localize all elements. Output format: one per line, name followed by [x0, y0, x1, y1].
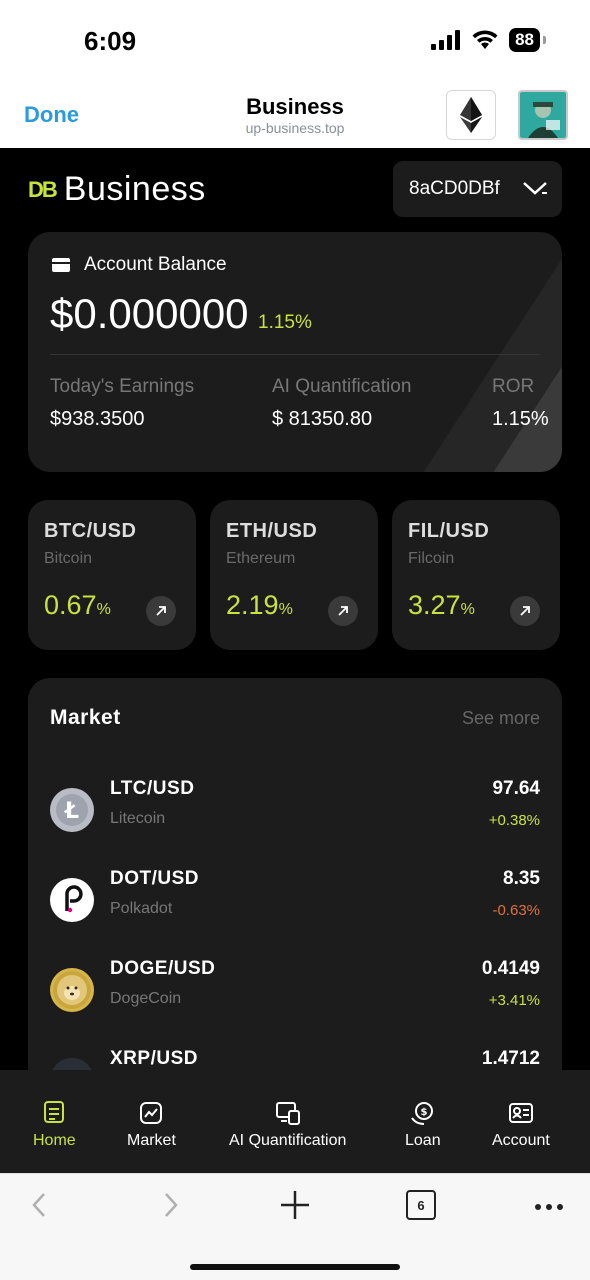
balance-change: 1.15% [258, 312, 312, 333]
arrow-up-right-icon[interactable] [328, 596, 358, 626]
market-icon [140, 1102, 163, 1124]
tab-ai-quantification[interactable]: AI Quantification [229, 1100, 346, 1150]
site-url: up-business.top [245, 120, 345, 136]
page-content: DB Business 8aCD0DBf Account Balance $0.… [0, 148, 590, 1070]
tile-change: 0.67% [44, 590, 111, 620]
xrp-icon [50, 1058, 94, 1070]
wallet-select[interactable]: 8aCD0DBf [393, 161, 562, 217]
account-icon [508, 1103, 533, 1123]
wallet-avatar[interactable] [518, 90, 568, 140]
status-icons: 88 [431, 28, 546, 52]
tab-account[interactable]: Account [492, 1100, 550, 1150]
plus-icon [281, 1191, 309, 1219]
balance-amount: $0.000000 [50, 290, 249, 337]
tile-fil[interactable]: FIL/USD Filcoin 3.27% [392, 500, 560, 650]
market-card: Market See more Ł LTC/USD Litecoin 97.64… [28, 678, 562, 1070]
tab-count: 6 [406, 1190, 436, 1220]
polkadot-icon [50, 878, 94, 922]
divider [50, 354, 540, 355]
dogecoin-icon [50, 968, 94, 1012]
tile-change: 2.19% [226, 590, 293, 620]
see-more-link[interactable]: See more [462, 708, 540, 729]
home-indicator [190, 1264, 400, 1270]
svg-text:Ł: Ł [64, 799, 79, 824]
tabs-button[interactable]: 6 [406, 1190, 436, 1220]
back-button[interactable] [30, 1190, 50, 1225]
arrow-up-right-icon[interactable] [146, 596, 176, 626]
more-button[interactable] [534, 1198, 564, 1216]
forward-button[interactable] [160, 1190, 180, 1225]
avatar-image [520, 92, 566, 138]
chevron-right-icon [165, 1193, 178, 1217]
site-title: Business [246, 94, 344, 119]
status-time: 6:09 [84, 26, 137, 56]
stat-ai-quantification: AI Quantification $ 81350.80 [272, 376, 412, 430]
ai-quant-icon [275, 1102, 300, 1125]
ethereum-icon [460, 97, 482, 133]
tile-change: 3.27% [408, 590, 475, 620]
chevron-down-icon [523, 182, 547, 195]
card-icon [52, 258, 70, 272]
safari-toolbar: 6 [0, 1173, 590, 1280]
loan-icon: $ [410, 1102, 433, 1125]
litecoin-icon: Ł [50, 788, 94, 832]
brand: DB Business [28, 170, 206, 209]
market-title: Market [50, 706, 121, 729]
status-bar: 6:09 88 [0, 0, 590, 80]
balance-card: Account Balance $0.000000 1.15% Today's … [28, 232, 562, 472]
market-row-xrp[interactable]: XRP/USD 1.4712 [28, 1048, 562, 1070]
brand-logo: DB [28, 176, 58, 202]
tab-home[interactable]: Home [33, 1100, 76, 1150]
new-tab-button[interactable] [280, 1190, 310, 1225]
battery-indicator: 88 [509, 28, 546, 52]
svg-text:$: $ [420, 1107, 427, 1118]
stat-ror: ROR 1.15% [492, 376, 549, 430]
chevron-left-icon [32, 1193, 45, 1217]
tile-btc[interactable]: BTC/USD Bitcoin 0.67% [28, 500, 196, 650]
signal-icon [431, 30, 461, 50]
tab-loan[interactable]: $ Loan [405, 1100, 441, 1150]
wifi-icon [472, 30, 498, 49]
market-row-ltc[interactable]: Ł LTC/USD Litecoin 97.64 +0.38% [28, 778, 562, 858]
tile-eth[interactable]: ETH/USD Ethereum 2.19% [210, 500, 378, 650]
ellipsis-icon [535, 1204, 563, 1210]
market-row-doge[interactable]: DOGE/USD DogeCoin 0.4149 +3.41% [28, 958, 562, 1038]
balance-label: Account Balance [84, 254, 227, 275]
home-icon [44, 1101, 65, 1123]
stat-todays-earnings: Today's Earnings $938.3500 [50, 376, 195, 430]
market-row-dot[interactable]: DOT/USD Polkadot 8.35 -0.63% [28, 868, 562, 948]
brand-name: Business [63, 170, 206, 208]
bottom-tab-bar: Home Market AI Quantification $ Loan Acc… [0, 1070, 590, 1173]
tab-market[interactable]: Market [127, 1100, 176, 1150]
wallet-address: 8aCD0DBf [409, 178, 500, 199]
browser-header: Done Business up-business.top [0, 80, 590, 148]
arrow-up-right-icon[interactable] [510, 596, 540, 626]
ethereum-network-button[interactable] [446, 90, 496, 140]
